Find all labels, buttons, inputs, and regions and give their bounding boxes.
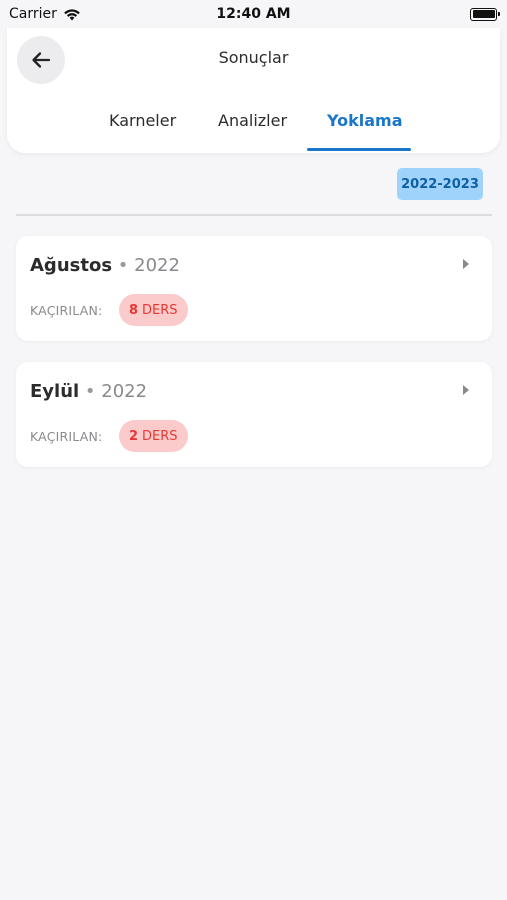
month-name: Eylül <box>30 381 80 402</box>
battery-icon <box>470 7 500 21</box>
missed-unit: DERS <box>142 428 178 444</box>
month-name: Ağustos <box>30 255 113 276</box>
chevron-right-icon <box>463 385 469 395</box>
missed-count: 8 <box>129 302 139 318</box>
header-card: Sonuçlar Karneler Analizler Yoklama <box>7 28 500 153</box>
missed-lessons-badge: 2 DERS <box>119 420 188 452</box>
missed-count: 2 <box>129 428 139 444</box>
month-card-agustos[interactable]: Ağustos • 2022 KAÇIRILAN: 8 DERS <box>16 236 492 341</box>
missed-lessons-badge: 8 DERS <box>119 294 188 326</box>
status-left: Carrier <box>9 6 81 22</box>
month-year: 2022 <box>101 381 148 402</box>
month-card-eylul[interactable]: Eylül • 2022 KAÇIRILAN: 2 DERS <box>16 362 492 467</box>
screen: Carrier 12:40 AM Sonuçlar Karneler Anali… <box>0 0 507 900</box>
battery-level <box>472 10 495 18</box>
month-title: Eylül • 2022 <box>30 381 147 402</box>
year-filter-chip[interactable]: 2022-2023 <box>397 168 483 200</box>
page-title: Sonuçlar <box>218 48 289 67</box>
month-separator: • <box>84 381 96 402</box>
tab-bar: Karneler Analizler Yoklama <box>7 108 500 153</box>
missed-label: KAÇIRILAN: <box>30 429 103 444</box>
month-separator: • <box>117 255 129 276</box>
divider <box>16 214 492 216</box>
tab-yoklama[interactable]: Yoklama <box>327 111 403 130</box>
chevron-right-icon <box>463 259 469 269</box>
active-tab-indicator <box>307 148 411 151</box>
missed-label: KAÇIRILAN: <box>30 303 103 318</box>
missed-unit: DERS <box>142 302 178 318</box>
carrier-label: Carrier <box>9 6 57 22</box>
wifi-icon <box>64 8 80 20</box>
month-title: Ağustos • 2022 <box>30 255 180 276</box>
status-bar: Carrier 12:40 AM <box>0 0 507 28</box>
tab-analizler[interactable]: Analizler <box>218 111 287 130</box>
tab-karneler[interactable]: Karneler <box>109 111 176 130</box>
month-year: 2022 <box>134 255 180 276</box>
